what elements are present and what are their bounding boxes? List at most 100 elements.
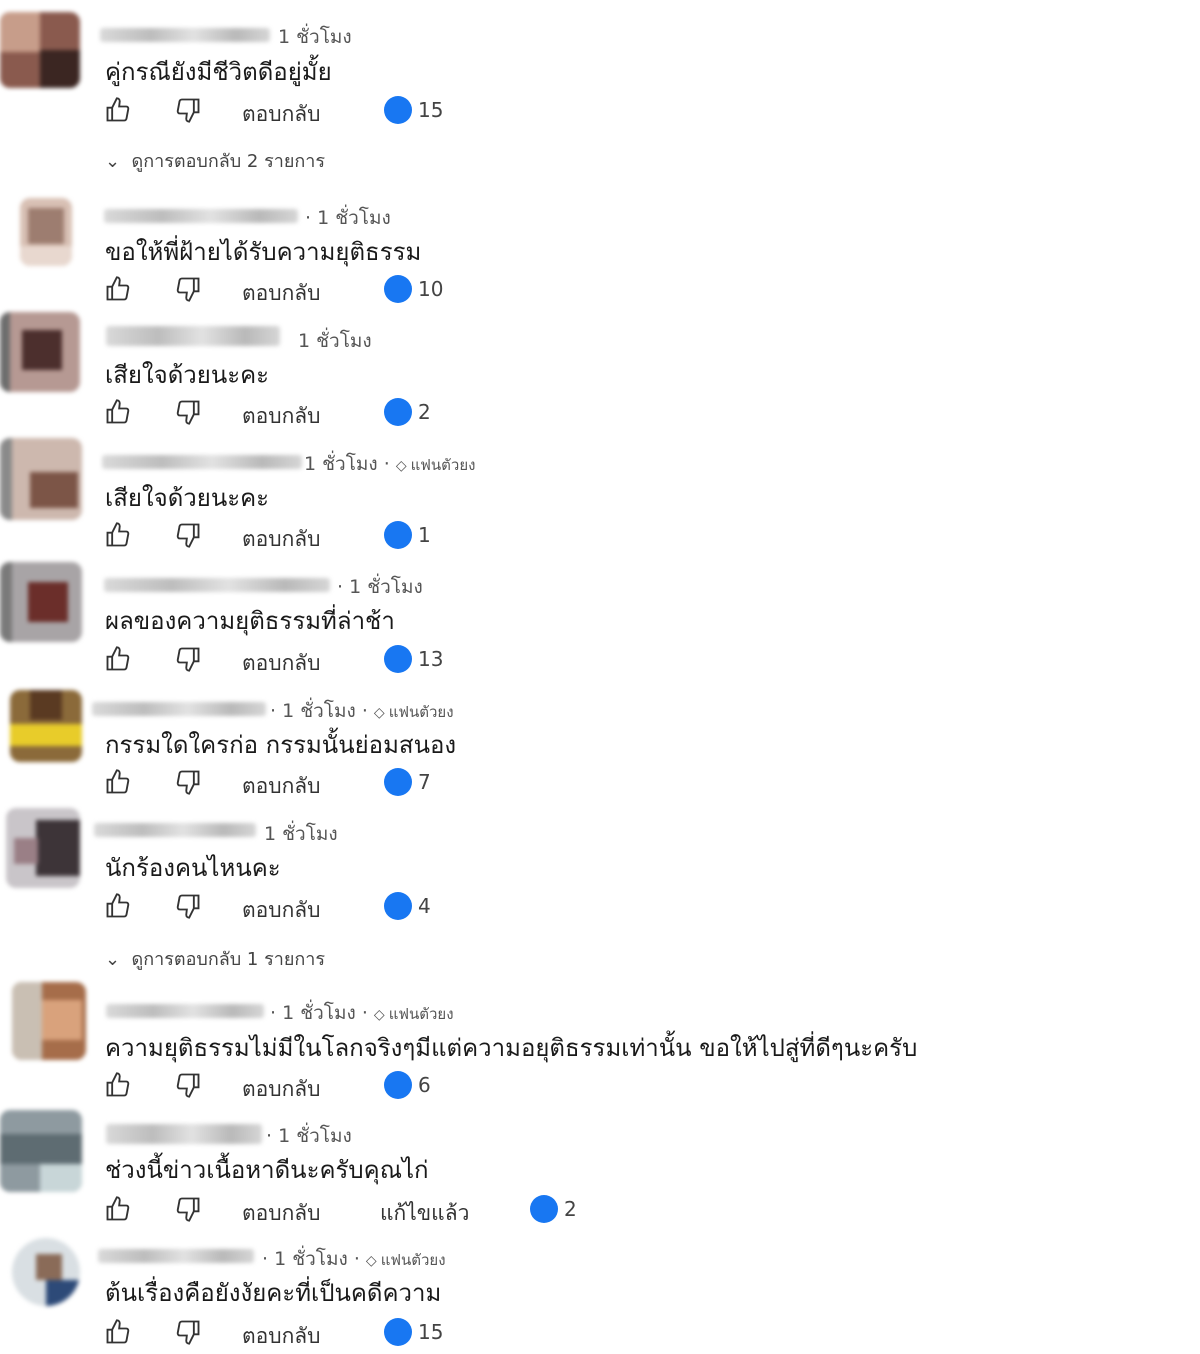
thumbs-down-icon[interactable] bbox=[174, 275, 202, 303]
reply-button[interactable]: ตอบกลับ bbox=[242, 98, 321, 131]
comment-text: ผลของความยุติธรรมที่ล่าช้า bbox=[105, 607, 395, 635]
reply-button[interactable]: ตอบกลับ bbox=[242, 647, 321, 680]
avatar[interactable] bbox=[6, 808, 80, 888]
comment-text: กรรมใดใครก่อ กรรมนั้นย่อมสนอง bbox=[105, 731, 457, 759]
thumbs-down-icon[interactable] bbox=[174, 96, 202, 124]
author-name[interactable] bbox=[100, 28, 270, 42]
reply-button[interactable]: ตอบกลับ bbox=[242, 1320, 321, 1353]
reply-button[interactable]: ตอบกลับ bbox=[242, 1073, 321, 1106]
like-count: 15 bbox=[418, 98, 444, 122]
view-replies-button[interactable]: ⌄ ดูการตอบกลับ 2 รายการ bbox=[105, 146, 325, 175]
comment-time: 1 ชั่วโมง bbox=[264, 823, 338, 845]
chevron-down-icon: ⌄ bbox=[105, 151, 121, 172]
comment-text: ความยุติธรรมไม่มีในโลกจริงๆมีแต่ความอยุต… bbox=[105, 1034, 918, 1062]
diamond-icon: ◇ bbox=[373, 705, 385, 721]
thumbs-up-icon[interactable] bbox=[104, 1071, 132, 1099]
thumbs-up-icon[interactable] bbox=[104, 645, 132, 673]
author-name[interactable] bbox=[102, 455, 302, 469]
comment-meta: · 1 ชั่วโมง · ◇ แฟนตัวยง bbox=[270, 700, 454, 722]
chevron-down-icon: ⌄ bbox=[105, 949, 121, 970]
author-name[interactable] bbox=[106, 1124, 262, 1144]
view-replies-button[interactable]: ⌄ ดูการตอบกลับ 1 รายการ bbox=[105, 944, 325, 973]
view-replies-label: ดูการตอบกลับ 2 รายการ bbox=[131, 151, 326, 172]
avatar[interactable] bbox=[10, 690, 82, 762]
thumbs-up-icon[interactable] bbox=[104, 398, 132, 426]
diamond-icon: ◇ bbox=[365, 1253, 377, 1269]
thumbs-up-icon[interactable] bbox=[104, 892, 132, 920]
thumbs-down-icon[interactable] bbox=[174, 398, 202, 426]
author-name[interactable] bbox=[92, 702, 266, 716]
like-count: 1 bbox=[418, 523, 431, 547]
comment-time: 1 ชั่วโมง bbox=[274, 1248, 348, 1270]
like-count: 7 bbox=[418, 770, 431, 794]
reply-button[interactable]: ตอบกลับ bbox=[242, 894, 321, 927]
thumbs-up-icon[interactable] bbox=[104, 275, 132, 303]
comment-meta: · 1 ชั่วโมง bbox=[305, 207, 391, 229]
reply-button[interactable]: ตอบกลับ bbox=[242, 523, 321, 556]
thumbs-up-icon[interactable] bbox=[104, 768, 132, 796]
author-name[interactable] bbox=[94, 823, 256, 837]
like-count: 13 bbox=[418, 647, 444, 671]
avatar[interactable] bbox=[12, 982, 86, 1060]
thumbs-down-icon[interactable] bbox=[174, 1071, 202, 1099]
avatar[interactable] bbox=[0, 438, 82, 520]
like-count: 6 bbox=[418, 1073, 431, 1097]
comment-time: 1 ชั่วโมง bbox=[298, 330, 372, 352]
like-reaction-icon bbox=[384, 398, 412, 426]
diamond-icon: ◇ bbox=[373, 1007, 385, 1023]
thumbs-up-icon[interactable] bbox=[104, 1195, 132, 1223]
edited-label: แก้ไขแล้ว bbox=[380, 1201, 470, 1225]
like-count: 2 bbox=[418, 400, 431, 424]
like-reaction-icon bbox=[384, 96, 412, 124]
like-reaction-icon bbox=[384, 645, 412, 673]
thumbs-down-icon[interactable] bbox=[174, 892, 202, 920]
reply-button[interactable]: ตอบกลับ bbox=[242, 770, 321, 803]
thumbs-up-icon[interactable] bbox=[104, 1318, 132, 1346]
comment-text: เสียใจด้วยนะคะ bbox=[105, 484, 270, 512]
comment-meta: 1 ชั่วโมง bbox=[298, 326, 372, 356]
fan-badge: แฟนตัวยง bbox=[380, 1251, 446, 1269]
reply-button[interactable]: ตอบกลับ bbox=[242, 1197, 321, 1230]
avatar[interactable] bbox=[0, 312, 80, 392]
thumbs-down-icon[interactable] bbox=[174, 1195, 202, 1223]
like-reaction-icon bbox=[384, 521, 412, 549]
reply-button[interactable]: ตอบกลับ bbox=[242, 400, 321, 433]
reply-button[interactable]: ตอบกลับ bbox=[242, 277, 321, 310]
comment-text: เสียใจด้วยนะคะ bbox=[105, 361, 270, 389]
thumbs-down-icon[interactable] bbox=[174, 1318, 202, 1346]
avatar[interactable] bbox=[0, 562, 82, 642]
thumbs-up-icon[interactable] bbox=[104, 521, 132, 549]
like-reaction-icon bbox=[384, 768, 412, 796]
author-name[interactable] bbox=[104, 209, 298, 223]
avatar[interactable] bbox=[0, 12, 80, 88]
comment-meta: 1 ชั่วโมง · ◇ แฟนตัวยง bbox=[304, 453, 476, 475]
comment-text: นักร้องคนไหนคะ bbox=[105, 854, 281, 882]
author-name[interactable] bbox=[106, 326, 280, 346]
avatar[interactable] bbox=[20, 198, 72, 266]
comment-text: ต้นเรื่องคือยังงัยคะที่เป็นคดีความ bbox=[105, 1279, 442, 1307]
like-reaction-icon bbox=[384, 1071, 412, 1099]
comment-text: คู่กรณียังมีชีวิตดีอยู่มั้ย bbox=[105, 58, 332, 86]
comment-meta: · 1 ชั่วโมง · ◇ แฟนตัวยง bbox=[262, 1248, 446, 1270]
author-name[interactable] bbox=[98, 1249, 254, 1263]
author-name[interactable] bbox=[106, 1004, 264, 1018]
comment-meta: 1 ชั่วโมง bbox=[278, 22, 352, 52]
like-count: 2 bbox=[564, 1197, 577, 1221]
like-reaction-icon bbox=[384, 275, 412, 303]
avatar[interactable] bbox=[12, 1238, 80, 1306]
comment-time: 1 ชั่วโมง bbox=[282, 1002, 356, 1024]
thumbs-down-icon[interactable] bbox=[174, 645, 202, 673]
avatar[interactable] bbox=[0, 1110, 82, 1192]
thumbs-up-icon[interactable] bbox=[104, 96, 132, 124]
view-replies-label: ดูการตอบกลับ 1 รายการ bbox=[131, 949, 326, 970]
comment-meta: · 1 ชั่วโมง bbox=[266, 1125, 352, 1147]
author-name[interactable] bbox=[104, 578, 330, 592]
comment-text: ช่วงนี้ข่าวเนื้อหาดีนะครับคุณไก่ bbox=[105, 1156, 429, 1184]
comment-meta: · 1 ชั่วโมง bbox=[337, 576, 423, 598]
comment-time: 1 ชั่วโมง bbox=[278, 26, 352, 48]
thumbs-down-icon[interactable] bbox=[174, 768, 202, 796]
fan-badge: แฟนตัวยง bbox=[410, 456, 476, 474]
like-reaction-icon bbox=[384, 1318, 412, 1346]
comment-meta: · 1 ชั่วโมง · ◇ แฟนตัวยง bbox=[270, 1002, 454, 1024]
thumbs-down-icon[interactable] bbox=[174, 521, 202, 549]
